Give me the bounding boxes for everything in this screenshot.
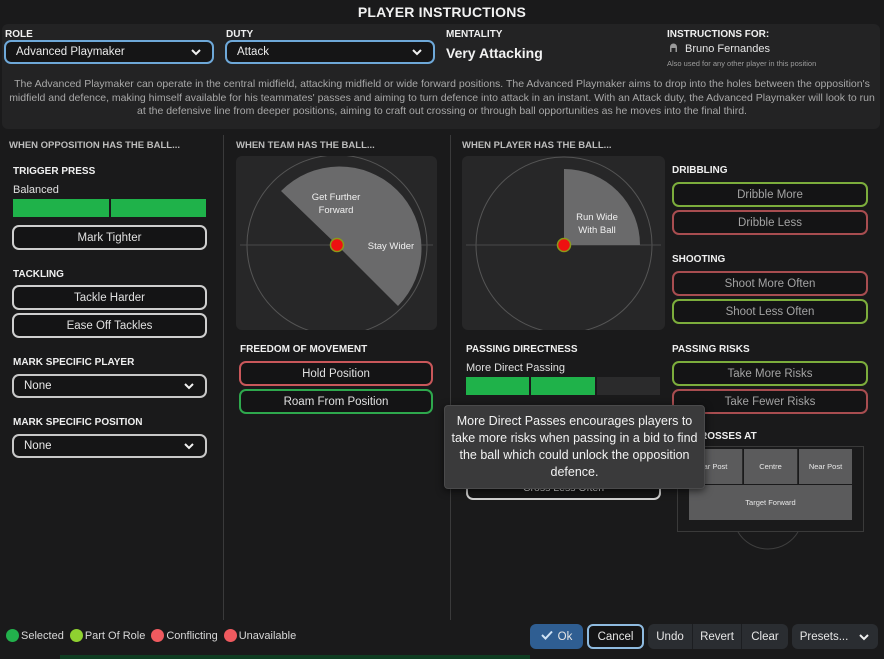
- duty-dropdown[interactable]: Attack: [225, 40, 435, 64]
- stay-wider-label: Stay Wider: [368, 241, 414, 252]
- forward-label-line1: Get Further: [312, 192, 361, 203]
- player-column-title: WHEN PLAYER HAS THE BALL...: [462, 140, 612, 151]
- player-movement-pitch[interactable]: Run Wide With Ball: [462, 156, 665, 330]
- role-description: The Advanced Playmaker can operate in th…: [9, 78, 875, 117]
- bottom-strip: [0, 655, 884, 659]
- role-label: ROLE: [5, 29, 33, 40]
- ok-label: Ok: [557, 630, 573, 643]
- roam-from-position-button[interactable]: Roam From Position: [239, 389, 433, 414]
- mark-tighter-button[interactable]: Mark Tighter: [12, 225, 207, 250]
- chevron-down-icon: [183, 380, 195, 392]
- legend-label: Conflicting: [166, 629, 218, 642]
- conflicting-dot-icon: [151, 629, 165, 642]
- mark-specific-position-label: MARK SPECIFIC POSITION: [13, 417, 143, 428]
- chevron-down-icon: [183, 440, 195, 452]
- team-movement-pitch[interactable]: Get Further Forward Stay Wider: [236, 156, 437, 330]
- player-note: Also used for any other player in this p…: [667, 59, 817, 68]
- check-icon: [540, 630, 553, 643]
- mentality-label: MENTALITY: [446, 29, 503, 40]
- mark-position-value: None: [24, 440, 52, 452]
- undo-button[interactable]: Undo: [648, 624, 693, 649]
- team-column-title: WHEN TEAM HAS THE BALL...: [236, 140, 375, 151]
- legend-part-of-role: Part Of Role: [69, 629, 146, 642]
- legend-label: Selected: [21, 629, 64, 642]
- instructions-for-label: INSTRUCTIONS FOR:: [667, 29, 770, 40]
- edit-button-group: Undo Revert Clear: [648, 624, 788, 649]
- chevron-down-icon: [858, 631, 870, 643]
- passing-directness-value: More Direct Passing: [466, 362, 566, 374]
- centre-zone[interactable]: Centre: [744, 449, 798, 484]
- duty-label: DUTY: [226, 29, 254, 40]
- cancel-button[interactable]: Cancel: [587, 624, 644, 649]
- slider-segment[interactable]: [531, 377, 595, 395]
- target-forward-zone[interactable]: Target Forward: [689, 485, 852, 520]
- legend-selected: Selected: [6, 629, 64, 642]
- legend-conflicting: Conflicting: [151, 629, 218, 642]
- selected-dot-icon: [6, 629, 19, 642]
- opposition-column-title: WHEN OPPOSITION HAS THE BALL...: [9, 140, 181, 151]
- hold-position-button[interactable]: Hold Position: [239, 361, 433, 386]
- part-of-role-dot-icon: [69, 629, 83, 642]
- trigger-press-slider[interactable]: [13, 199, 206, 217]
- legend-label: Part Of Role: [84, 629, 146, 642]
- duty-value: Attack: [237, 46, 269, 58]
- shoot-more-often-button[interactable]: Shoot More Often: [672, 271, 868, 296]
- trigger-press-value: Balanced: [13, 184, 59, 196]
- penalty-arc: [737, 531, 799, 550]
- ease-off-tackles-button[interactable]: Ease Off Tackles: [12, 313, 207, 338]
- unavailable-dot-icon: [223, 629, 237, 642]
- column-divider: [450, 135, 451, 620]
- tackling-label: TACKLING: [13, 269, 64, 280]
- revert-button[interactable]: Revert: [693, 624, 742, 649]
- role-dropdown[interactable]: Advanced Playmaker: [4, 40, 214, 64]
- mark-player-value: None: [24, 380, 52, 392]
- trigger-press-label: TRIGGER PRESS: [13, 166, 96, 177]
- crosses-at-label: ROSSES AT: [700, 431, 757, 442]
- column-divider: [223, 135, 224, 620]
- passing-directness-tooltip: More Direct Passes encourages players to…: [444, 405, 705, 489]
- player-marker-icon: [556, 237, 572, 253]
- shooting-label: SHOOTING: [672, 254, 726, 265]
- clear-button[interactable]: Clear: [742, 624, 788, 649]
- player-name[interactable]: Bruno Fernandes: [685, 43, 770, 55]
- slider-segment[interactable]: [596, 377, 660, 395]
- presets-label: Presets...: [799, 630, 849, 643]
- role-value: Advanced Playmaker: [16, 46, 125, 58]
- chevron-down-icon: [190, 46, 202, 58]
- page-title: PLAYER INSTRUCTIONS: [357, 4, 527, 20]
- take-more-risks-button[interactable]: Take More Risks: [672, 361, 868, 386]
- slider-segment[interactable]: [110, 199, 206, 217]
- passing-directness-slider[interactable]: [466, 377, 660, 395]
- run-wide-label-line1: Run Wide: [576, 212, 618, 223]
- near-post-zone[interactable]: Near Post: [799, 449, 852, 484]
- get-further-forward-zone[interactable]: [281, 166, 422, 306]
- tackle-harder-button[interactable]: Tackle Harder: [12, 285, 207, 310]
- passing-risks-label: PASSING RISKS: [672, 344, 750, 355]
- mentality-value: Very Attacking: [446, 45, 543, 61]
- run-wide-label-line2: With Ball: [578, 225, 615, 236]
- legend: Selected Part Of Role Conflicting Unavai…: [6, 629, 298, 642]
- legend-unavailable: Unavailable: [223, 629, 297, 642]
- chevron-down-icon: [411, 46, 423, 58]
- mark-specific-position-dropdown[interactable]: None: [12, 434, 207, 458]
- freedom-of-movement-label: FREEDOM OF MOVEMENT: [240, 344, 368, 355]
- mark-specific-player-label: MARK SPECIFIC PLAYER: [13, 357, 135, 368]
- dribbling-label: DRIBBLING: [672, 165, 728, 176]
- dribble-less-button[interactable]: Dribble Less: [672, 210, 868, 235]
- ok-button[interactable]: Ok: [530, 624, 583, 649]
- dribble-more-button[interactable]: Dribble More: [672, 182, 868, 207]
- presets-dropdown[interactable]: Presets...: [792, 624, 878, 649]
- player-icon: [668, 42, 679, 56]
- player-marker-icon: [329, 237, 345, 253]
- slider-segment[interactable]: [13, 199, 109, 217]
- forward-label-line2: Forward: [319, 205, 354, 216]
- crosses-at-diagram: ar Post Centre Near Post Target Forward: [677, 446, 864, 550]
- shoot-less-often-button[interactable]: Shoot Less Often: [672, 299, 868, 324]
- slider-segment[interactable]: [466, 377, 530, 395]
- passing-directness-label: PASSING DIRECTNESS: [466, 344, 578, 355]
- player-info: Bruno Fernandes: [668, 42, 770, 56]
- mark-specific-player-dropdown[interactable]: None: [12, 374, 207, 398]
- legend-label: Unavailable: [238, 629, 297, 642]
